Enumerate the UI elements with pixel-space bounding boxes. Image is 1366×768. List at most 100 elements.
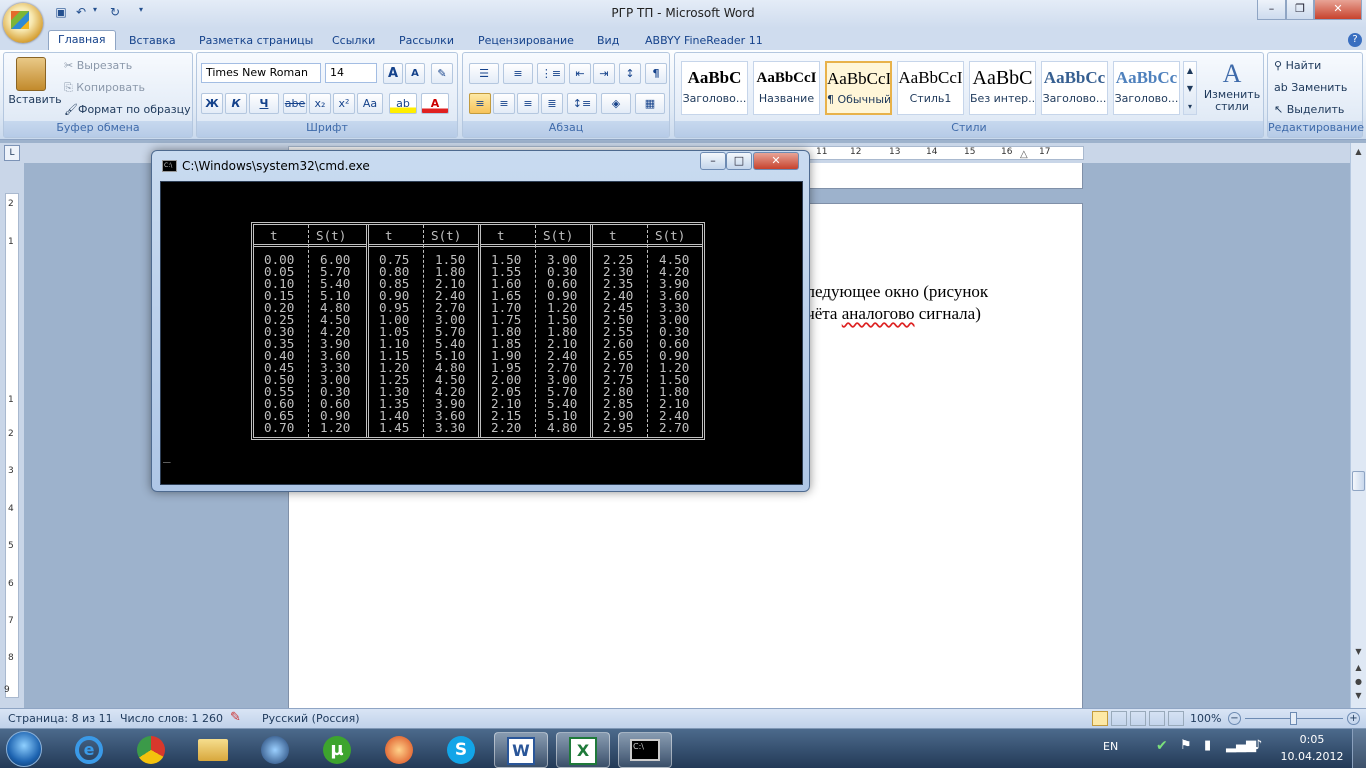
strikethrough-button[interactable]: abe — [283, 93, 307, 114]
style-heading2[interactable]: AaBbCc Заголово... — [1041, 61, 1108, 115]
line-spacing-icon[interactable]: ↕≡ — [567, 93, 597, 114]
numbering-icon[interactable]: ≡ — [503, 63, 533, 84]
cmd-minimize-button[interactable]: – — [700, 152, 726, 170]
style-title[interactable]: AaBbCcI Название — [753, 61, 820, 115]
web-layout-icon[interactable] — [1130, 711, 1146, 726]
tab-abbyy[interactable]: ABBYY FineReader 11 — [636, 32, 772, 50]
tab-review[interactable]: Рецензирование — [469, 32, 583, 50]
tab-insert[interactable]: Вставка — [120, 32, 185, 50]
style-heading3[interactable]: AaBbCc Заголово... — [1113, 61, 1180, 115]
style-no-spacing[interactable]: AaBbC Без интер... — [969, 61, 1036, 115]
help-icon[interactable]: ? — [1348, 33, 1362, 47]
customize-qat-icon[interactable]: ▾ — [136, 5, 146, 21]
proofing-icon[interactable]: ✎ — [230, 710, 241, 725]
font-size-select[interactable]: 14 — [325, 63, 377, 83]
security-tray-icon[interactable]: ✔ — [1156, 738, 1168, 754]
align-center-icon[interactable]: ≡ — [493, 93, 515, 114]
sort-icon[interactable]: ↕ — [619, 63, 641, 84]
justify-icon[interactable]: ≣ — [541, 93, 563, 114]
next-page-icon[interactable]: ▼ — [1352, 691, 1365, 705]
spelling-error-word[interactable]: аналогово — [842, 304, 915, 323]
grow-font-button[interactable]: A — [383, 63, 403, 84]
cut-button[interactable]: ✂ Вырезать — [64, 59, 132, 72]
taskbar-media[interactable] — [248, 732, 302, 768]
taskbar-cmd[interactable]: C:\ — [618, 732, 672, 768]
clock-date[interactable]: 10.04.2012 — [1280, 750, 1344, 763]
show-desktop-button[interactable] — [1352, 729, 1366, 768]
change-case-button[interactable]: Aa — [357, 93, 383, 114]
borders-icon[interactable]: ▦ — [635, 93, 665, 114]
tab-home[interactable]: Главная — [48, 30, 116, 51]
taskbar-ie[interactable]: e — [62, 732, 116, 768]
network-tray-icon[interactable]: ▂▄▆ — [1226, 738, 1256, 753]
tab-references[interactable]: Ссылки — [323, 32, 384, 50]
minimize-button[interactable]: – — [1257, 0, 1286, 20]
zoom-slider-thumb[interactable] — [1290, 712, 1297, 725]
cmd-maximize-button[interactable]: □ — [726, 152, 752, 170]
zoom-out-icon[interactable]: − — [1228, 712, 1241, 725]
copy-button[interactable]: ⎘ Копировать — [64, 81, 145, 95]
replace-button[interactable]: ab Заменить — [1274, 81, 1347, 94]
flag-tray-icon[interactable]: ⚑ — [1180, 738, 1192, 753]
taskbar-word[interactable]: W — [494, 732, 548, 768]
undo-dropdown-icon[interactable]: ▾ — [90, 5, 100, 21]
restore-button[interactable]: ❐ — [1286, 0, 1314, 20]
page-count[interactable]: Страница: 8 из 11 — [8, 712, 113, 725]
close-button[interactable]: ✕ — [1314, 0, 1362, 20]
paste-button[interactable]: Вставить — [8, 93, 62, 106]
multilevel-list-icon[interactable]: ⋮≡ — [537, 63, 565, 84]
right-indent-marker-icon[interactable]: △ — [1020, 149, 1028, 160]
full-screen-icon[interactable] — [1111, 711, 1127, 726]
superscript-button[interactable]: x² — [333, 93, 355, 114]
input-language[interactable]: EN — [1103, 740, 1118, 753]
format-painter-button[interactable]: 🖌Формат по образцу — [64, 103, 191, 116]
font-color-icon[interactable]: A — [421, 93, 449, 114]
vertical-scrollbar[interactable]: ▲ ▼ ▲ ● ▼ — [1350, 143, 1366, 708]
style-normal[interactable]: AaBbCcI ¶ Обычный — [825, 61, 892, 115]
style-heading1[interactable]: AaBbC Заголово... — [681, 61, 748, 115]
align-left-icon[interactable]: ≡ — [469, 93, 491, 114]
outline-icon[interactable] — [1149, 711, 1165, 726]
taskbar-excel[interactable]: X — [556, 732, 610, 768]
draft-icon[interactable] — [1168, 711, 1184, 726]
zoom-level[interactable]: 100% — [1190, 712, 1221, 725]
clock-time[interactable]: 0:05 — [1282, 733, 1342, 746]
paste-icon[interactable] — [16, 57, 46, 91]
tab-view[interactable]: Вид — [588, 32, 628, 50]
taskbar-explorer[interactable] — [186, 732, 240, 768]
tab-page-layout[interactable]: Разметка страницы — [190, 32, 322, 50]
decrease-indent-icon[interactable]: ⇤ — [569, 63, 591, 84]
taskbar-utorrent[interactable]: µ — [310, 732, 364, 768]
underline-button[interactable]: Ч — [249, 93, 279, 114]
start-button[interactable] — [6, 731, 42, 767]
print-layout-icon[interactable] — [1092, 711, 1108, 726]
style-style1[interactable]: AaBbCcI Стиль1 — [897, 61, 964, 115]
word-count[interactable]: Число слов: 1 260 — [120, 712, 223, 725]
console-output[interactable]: t S(t) 0.00 6.00 0.05 5.70 0.10 5.40 0.15 5.10 0.2… — [160, 181, 803, 485]
change-styles-button[interactable]: A Изменить стили — [1203, 59, 1261, 113]
increase-indent-icon[interactable]: ⇥ — [593, 63, 615, 84]
scroll-down-icon[interactable]: ▼ — [1352, 647, 1365, 661]
font-name-select[interactable]: Times New Roman — [201, 63, 321, 83]
device-tray-icon[interactable]: ▮ — [1204, 738, 1211, 753]
save-icon[interactable]: ▣ — [52, 5, 70, 21]
styles-scroll-icon[interactable]: ▲ ▼ ▾ — [1183, 61, 1197, 115]
undo-icon[interactable]: ↶ — [72, 5, 90, 21]
taskbar-burn[interactable] — [372, 732, 426, 768]
scroll-up-icon[interactable]: ▲ — [1352, 147, 1365, 161]
shrink-font-button[interactable]: A — [405, 63, 425, 84]
subscript-button[interactable]: x₂ — [309, 93, 331, 114]
previous-page-icon[interactable]: ▲ — [1352, 663, 1365, 677]
language-indicator[interactable]: Русский (Россия) — [262, 712, 360, 725]
bold-button[interactable]: Ж — [201, 93, 223, 114]
taskbar-chrome[interactable] — [124, 732, 178, 768]
clear-format-icon[interactable]: ✎ — [431, 63, 453, 84]
find-button[interactable]: ⚲ Найти — [1274, 59, 1321, 72]
bullets-icon[interactable]: ☰ — [469, 63, 499, 84]
shading-icon[interactable]: ◈ — [601, 93, 631, 114]
scroll-thumb[interactable] — [1352, 471, 1365, 491]
cmd-close-button[interactable]: ✕ — [753, 152, 799, 170]
taskbar-skype[interactable]: S — [434, 732, 488, 768]
tab-mailings[interactable]: Рассылки — [390, 32, 463, 50]
cmd-window[interactable]: C:\ C:\Windows\system32\cmd.exe – □ ✕ t S… — [151, 150, 810, 492]
